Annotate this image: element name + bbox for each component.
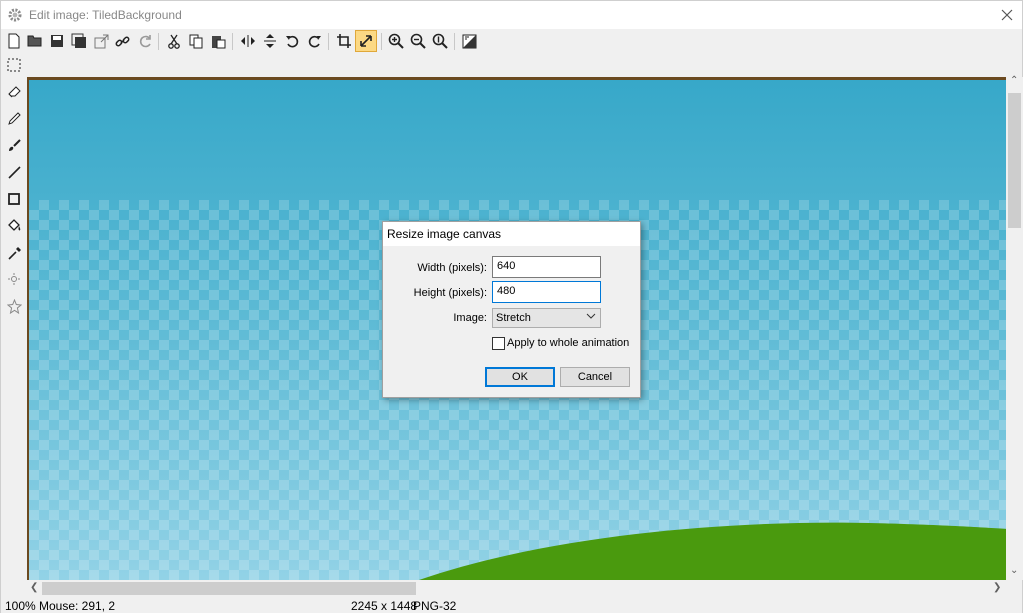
line-icon[interactable] [3, 161, 25, 183]
image-format: PNG-32 [413, 599, 457, 613]
zoom-in-icon[interactable] [385, 30, 407, 52]
eyedropper-icon[interactable] [3, 242, 25, 264]
eraser-icon[interactable] [3, 80, 25, 102]
link-icon[interactable] [111, 30, 133, 52]
star-icon[interactable] [3, 295, 25, 317]
image-editor-window: Edit image: TiledBackground ⌃ ⌄ ❮ ❯ 100%… [0, 0, 1023, 613]
sparkle-icon[interactable] [3, 268, 25, 290]
title-bar: Edit image: TiledBackground [1, 1, 1022, 29]
zoom-out-icon[interactable] [407, 30, 429, 52]
rotate-left-icon[interactable] [281, 30, 303, 52]
cut-icon[interactable] [163, 30, 185, 52]
height-field[interactable]: 480 [492, 281, 601, 303]
zoom-level: 100% [5, 599, 36, 613]
vertical-scroll-thumb[interactable] [1008, 93, 1021, 228]
width-field[interactable]: 640 [492, 256, 601, 278]
cancel-button[interactable]: Cancel [560, 367, 630, 387]
image-mode-label: Image: [453, 312, 487, 324]
height-label: Height (pixels): [413, 287, 487, 299]
width-label: Width (pixels): [417, 262, 487, 274]
apply-animation-checkbox[interactable] [492, 337, 505, 350]
scroll-down-icon[interactable]: ⌄ [1010, 565, 1018, 576]
window-title: Edit image: TiledBackground [29, 8, 182, 22]
image-mode-value: Stretch [496, 312, 531, 324]
toolbar [1, 30, 1022, 54]
scroll-left-icon[interactable]: ❮ [30, 582, 38, 593]
tool-palette [1, 54, 27, 584]
toolbar-separator [232, 33, 233, 50]
flip-vertical-icon[interactable] [259, 30, 281, 52]
fill-bucket-icon[interactable] [3, 215, 25, 237]
paste-icon[interactable] [207, 30, 229, 52]
toolbar-separator [454, 33, 455, 50]
copy-icon[interactable] [185, 30, 207, 52]
selection-icon[interactable] [3, 54, 25, 76]
refresh-icon[interactable] [134, 30, 156, 52]
image-mode-select[interactable]: Stretch [492, 308, 601, 328]
chevron-down-icon [586, 311, 596, 324]
image-size: 2245 x 1448 [351, 599, 418, 613]
zoom-reset-icon[interactable] [429, 30, 451, 52]
flip-horizontal-icon[interactable] [237, 30, 259, 52]
open-folder-icon[interactable] [24, 30, 46, 52]
ok-button[interactable]: OK [485, 367, 555, 387]
save-copy-icon[interactable] [68, 30, 90, 52]
dialog-title: Resize image canvas [383, 222, 640, 246]
mouse-position: Mouse: 291, 2 [39, 599, 116, 613]
pencil-icon[interactable] [3, 107, 25, 129]
save-icon[interactable] [46, 30, 68, 52]
resize-canvas-dialog: Resize image canvas Width (pixels): 640 … [382, 221, 641, 398]
toolbar-separator [328, 33, 329, 50]
brush-icon[interactable] [3, 134, 25, 156]
apply-animation-label: Apply to whole animation [507, 337, 630, 349]
toolbar-separator [158, 33, 159, 50]
close-icon[interactable] [992, 1, 1022, 29]
crop-icon[interactable] [333, 30, 355, 52]
scroll-up-icon[interactable]: ⌃ [1010, 75, 1018, 86]
toolbar-separator [381, 33, 382, 50]
resize-icon[interactable] [355, 30, 377, 52]
horizontal-scroll-thumb[interactable] [42, 582, 416, 595]
rotate-right-icon[interactable] [303, 30, 325, 52]
new-file-icon[interactable] [3, 30, 25, 52]
scroll-right-icon[interactable]: ❯ [993, 582, 1001, 593]
export-icon[interactable] [90, 30, 112, 52]
app-gear-icon [8, 8, 22, 22]
rectangle-icon[interactable] [3, 188, 25, 210]
status-bar: 100% Mouse: 291, 2 2245 x 1448 PNG-32 [1, 597, 1022, 613]
image-properties-icon[interactable] [458, 30, 480, 52]
